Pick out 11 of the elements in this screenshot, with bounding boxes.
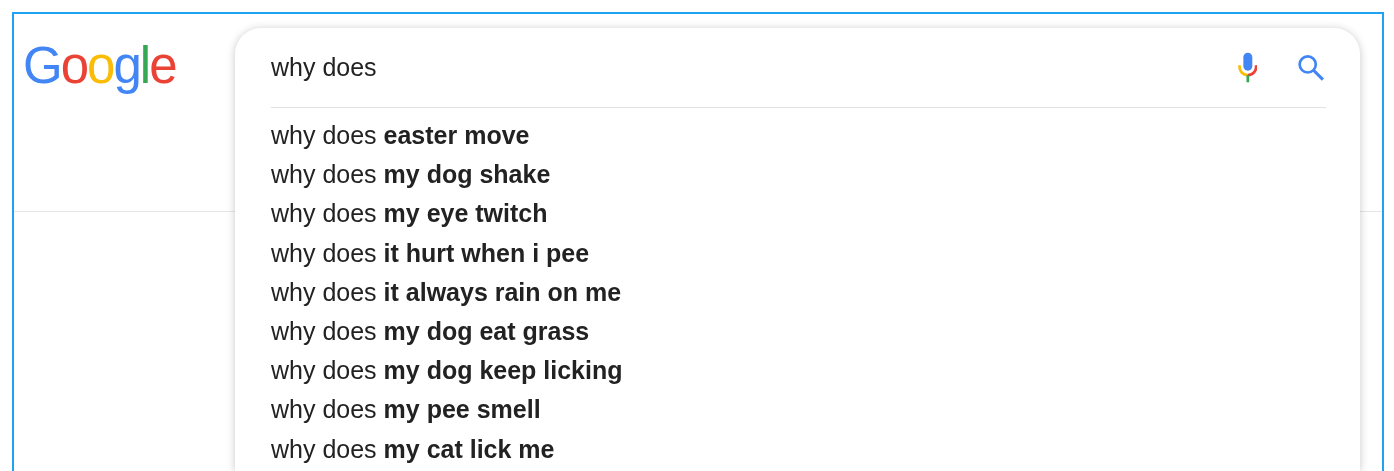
suggestion-item[interactable]: why does it always rain on me <box>271 272 1326 312</box>
suggestion-item[interactable]: why does easter move <box>271 116 1326 156</box>
suggestion-item[interactable]: why does my cat lick me <box>271 429 1326 469</box>
suggestion-item[interactable]: why does my pee smell <box>271 390 1326 430</box>
suggestion-item[interactable]: why does it hurt when i pee <box>271 233 1326 273</box>
suggestion-item[interactable]: why does my dog keep licking <box>271 351 1326 391</box>
suggestion-item[interactable]: why does my eye twitch <box>271 194 1326 234</box>
microphone-icon[interactable] <box>1237 50 1258 85</box>
suggestion-item[interactable]: why does my dog eat grass <box>271 312 1326 352</box>
search-field[interactable]: why does <box>271 47 1214 88</box>
suggestion-item[interactable]: why does my dog shake <box>271 155 1326 195</box>
